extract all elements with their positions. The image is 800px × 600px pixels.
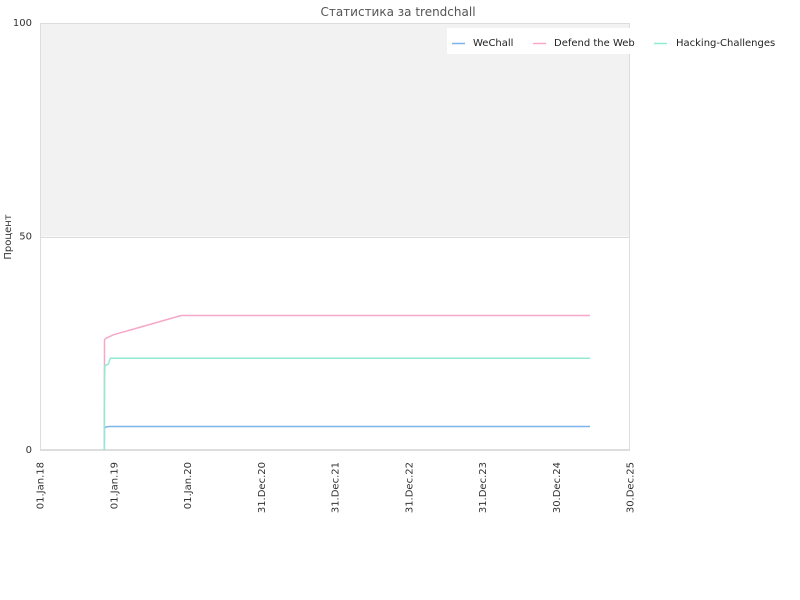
y-tick-label: 50 xyxy=(19,232,32,243)
series-line xyxy=(103,357,590,451)
legend: WeChall Defend the Web Hacking-Challenges xyxy=(447,28,787,54)
legend-label: WeChall xyxy=(473,38,513,49)
x-tick-label: 31.Dec.20 xyxy=(257,462,268,513)
chart-title: Статистика за trendchall xyxy=(320,5,475,19)
y-tick-label: 100 xyxy=(13,18,32,29)
y-axis-label: Процент xyxy=(3,214,14,259)
x-tick-label: 01.Jan.18 xyxy=(36,462,47,509)
line-chart: Статистика за trendchall 0 50 100 01.Jan.18… xyxy=(3,5,787,513)
x-tick-label: 31.Dec.23 xyxy=(478,462,489,513)
plot-area: 0 50 100 01.Jan.18 01.Jan.19 01.Jan.20 31.Dec.… xyxy=(13,18,637,513)
y-tick-label: 0 xyxy=(26,445,32,456)
x-tick-label: 01.Jan.19 xyxy=(109,462,120,509)
x-tick-label: 31.Dec.21 xyxy=(331,462,342,513)
plot-band xyxy=(40,23,630,237)
x-tick-label: 30.Dec.24 xyxy=(552,462,563,513)
series-line xyxy=(103,425,590,451)
legend-label: Hacking-Challenges xyxy=(676,38,775,49)
series-line xyxy=(103,314,590,451)
x-tick-label: 31.Dec.22 xyxy=(404,462,415,513)
legend-label: Defend the Web xyxy=(554,38,635,49)
x-tick-label: 30.Dec.25 xyxy=(626,462,637,513)
x-tick-label: 01.Jan.20 xyxy=(183,462,194,509)
